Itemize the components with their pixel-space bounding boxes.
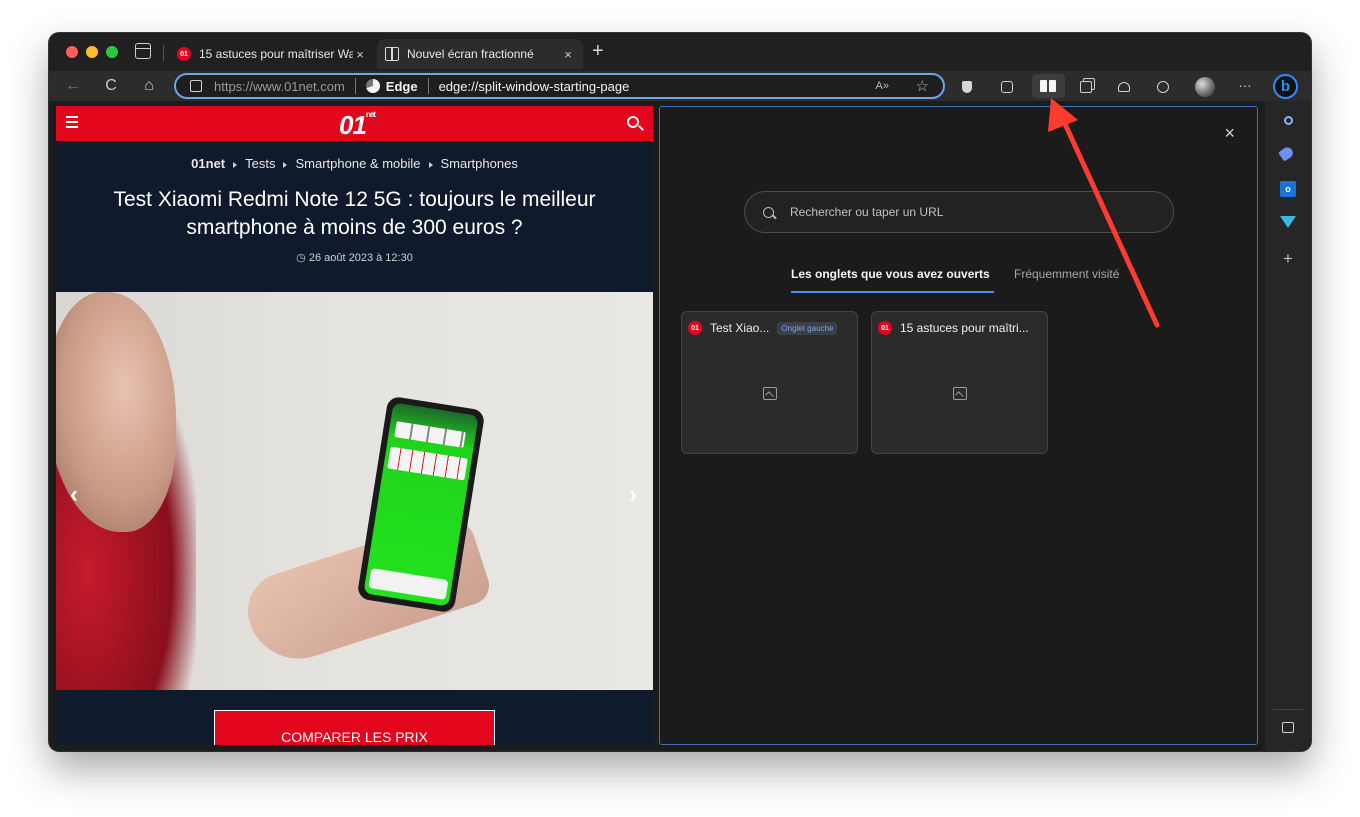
tab-strip: 01 15 astuces pour maîtriser Waze × Nouv… (49, 33, 1311, 71)
search-input[interactable]: Rechercher ou taper un URL (744, 191, 1174, 233)
card-title: Test Xiao... (710, 321, 770, 335)
clock-icon: ◷ (296, 252, 306, 264)
browser-window: 01 15 astuces pour maîtriser Waze × Nouv… (49, 33, 1311, 751)
read-aloud-icon[interactable]: A» (876, 80, 889, 92)
left-pane-url[interactable]: https://www.01net.com (214, 79, 345, 94)
edge-logo-icon (365, 79, 380, 93)
date-text: 26 août 2023 à 12:30 (308, 252, 413, 264)
search-icon (763, 206, 774, 218)
site-header: 01net (56, 106, 653, 141)
hamburger-menu-icon[interactable] (66, 116, 78, 129)
carousel-prev-icon[interactable]: ‹ (70, 481, 78, 509)
tab-open-tabs[interactable]: Les onglets que vous avez ouverts (791, 267, 990, 281)
extensions-puzzle-icon[interactable] (997, 76, 1017, 96)
toolbar: ← C ⌂ https://www.01net.com Edge edge://… (49, 71, 1311, 101)
tab-split-screen[interactable]: Nouvel écran fractionné × (377, 39, 583, 69)
breadcrumb-item[interactable]: Smartphone & mobile (295, 156, 420, 171)
left-tab-badge: Onglet gauche (777, 321, 838, 335)
new-tab-button[interactable]: + (592, 41, 604, 61)
compare-prices-button[interactable]: COMPARER LES PRIX (214, 710, 495, 745)
split-screen-icon (1040, 80, 1056, 92)
outlook-icon[interactable]: o (1280, 181, 1296, 197)
address-bar[interactable]: https://www.01net.com Edge edge://split-… (174, 73, 945, 99)
more-menu-icon[interactable]: ··· (1235, 76, 1255, 96)
shopping-tag-icon[interactable] (1278, 145, 1295, 162)
article-title: Test Xiaomi Redmi Note 12 5G : toujours … (113, 188, 596, 239)
lock-icon[interactable] (190, 80, 202, 92)
bing-copilot-icon[interactable]: b (1273, 74, 1298, 99)
tab-actions-icon[interactable] (135, 43, 151, 59)
image-placeholder-icon (953, 387, 967, 400)
tab-title: 15 astuces pour maîtriser Waze (199, 47, 353, 61)
tab-frequently-visited[interactable]: Fréquemment visité (1014, 267, 1119, 281)
article-date: ◷ 26 août 2023 à 12:30 (56, 251, 653, 264)
tab-separator (163, 45, 164, 61)
close-icon[interactable]: × (1224, 123, 1235, 144)
zoom-window-button[interactable] (106, 46, 118, 58)
left-pane: 01net 01net Tests Smartphone & mobile Smart… (56, 106, 653, 745)
breadcrumb: 01net Tests Smartphone & mobile Smartphones (56, 156, 653, 171)
shield-extension-icon[interactable] (957, 76, 977, 96)
tab-waze-article[interactable]: 01 15 astuces pour maîtriser Waze × (169, 39, 375, 69)
add-sidebar-app-icon[interactable]: + (1280, 250, 1296, 267)
address-separator (427, 78, 429, 94)
sidebar-search-icon[interactable] (1280, 113, 1296, 129)
right-pane: × Rechercher ou taper un URL Les onglets… (659, 106, 1258, 745)
edge-sidebar: o + ⚙ (1265, 101, 1311, 751)
open-tab-card[interactable]: 01 15 astuces pour maîtri... (871, 311, 1048, 454)
minimize-window-button[interactable] (86, 46, 98, 58)
collections-icon[interactable] (1076, 76, 1096, 96)
address-separator (354, 78, 356, 94)
breadcrumb-item[interactable]: Smartphones (441, 156, 518, 171)
01net-favicon: 01 (688, 321, 702, 335)
close-icon[interactable]: × (561, 47, 575, 62)
01net-favicon: 01 (878, 321, 892, 335)
close-icon[interactable]: × (353, 47, 367, 62)
reload-icon[interactable]: C (101, 76, 121, 96)
hide-sidebar-icon[interactable] (1282, 722, 1294, 733)
01net-favicon: 01 (177, 47, 191, 61)
search-placeholder: Rechercher ou taper un URL (790, 205, 944, 219)
active-tab-indicator (791, 291, 994, 293)
drop-icon[interactable] (1280, 216, 1296, 228)
profile-avatar[interactable] (1195, 77, 1215, 97)
breadcrumb-item[interactable]: 01net (191, 156, 225, 171)
carousel-next-icon[interactable]: › (629, 481, 637, 509)
close-window-button[interactable] (66, 46, 78, 58)
search-icon[interactable] (627, 116, 639, 128)
back-arrow-icon[interactable]: ← (63, 76, 83, 96)
breadcrumb-item[interactable]: Tests (245, 156, 275, 171)
image-placeholder-icon (763, 387, 777, 400)
tab-title: Nouvel écran fractionné (407, 47, 534, 61)
site-logo[interactable]: 01net (339, 110, 376, 141)
article-photo (56, 292, 653, 690)
heart-pulse-icon[interactable] (1114, 76, 1134, 96)
home-icon[interactable]: ⌂ (139, 76, 159, 96)
right-pane-url[interactable]: edge://split-window-starting-page (439, 79, 630, 94)
open-tab-card[interactable]: 01 Test Xiao... Onglet gauche (681, 311, 858, 454)
edge-label: Edge (385, 78, 418, 94)
performance-icon[interactable] (1153, 76, 1173, 96)
favorite-star-icon[interactable]: ☆ (916, 77, 929, 95)
split-screen-icon (385, 47, 399, 61)
card-title: 15 astuces pour maîtri... (900, 321, 1029, 335)
